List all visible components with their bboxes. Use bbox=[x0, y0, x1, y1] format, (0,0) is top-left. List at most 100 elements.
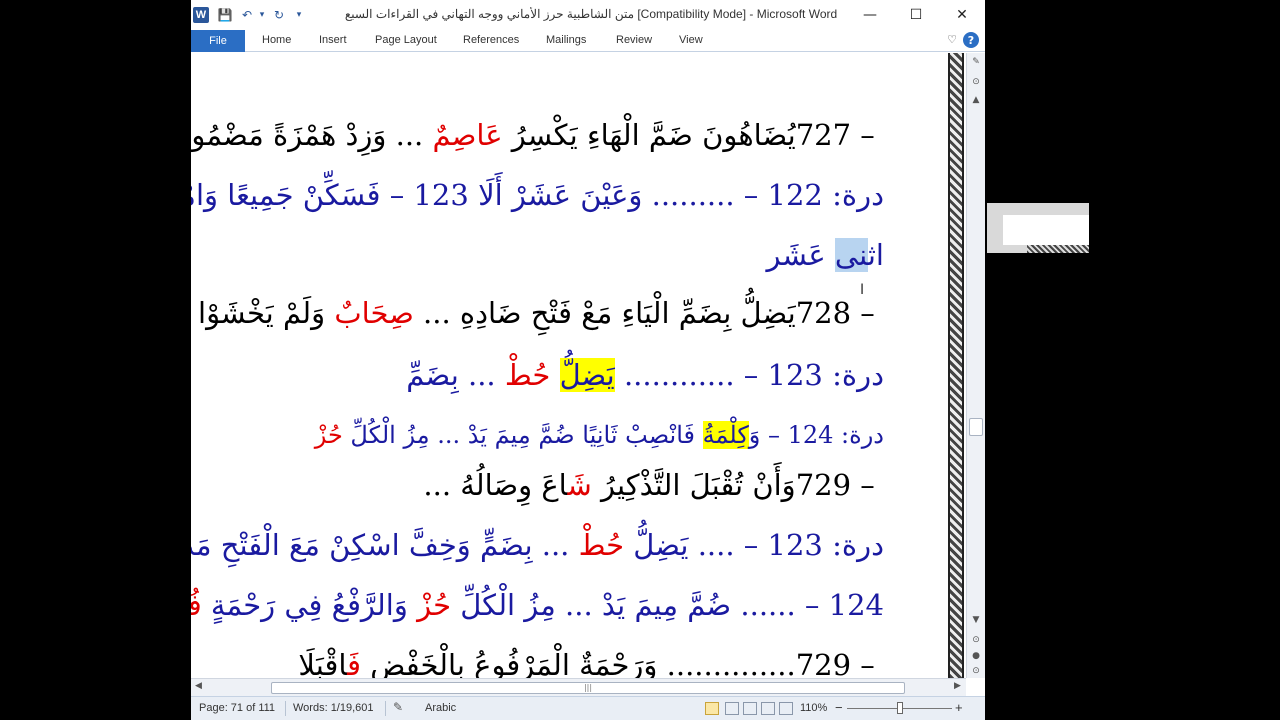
text-run: حُطْ bbox=[504, 358, 551, 392]
undo-dropdown-icon[interactable]: ▾ bbox=[257, 7, 267, 23]
document-line[interactable]: 727 – يُضَاهُونَ ضَمَّ الْهَاءِ يَكْسِرُ… bbox=[191, 115, 884, 155]
background-window-thumbnail[interactable] bbox=[987, 203, 1089, 253]
text-run: حُزْ bbox=[314, 421, 343, 449]
text-run: درة: 123 – .... يَضِلُّ bbox=[624, 528, 884, 562]
text-run: صِحَابٌ bbox=[334, 296, 414, 330]
document-line[interactable]: اثنى عَشَر bbox=[767, 235, 884, 275]
text-run: ... بِضَمٍّ وَخِفَّ اسْكِنْ مَعَ الْفَتْ… bbox=[191, 528, 570, 562]
text-run: فَ bbox=[347, 648, 362, 678]
text-run bbox=[550, 358, 559, 392]
thumbnail-border bbox=[1027, 245, 1089, 253]
ribbon-tabs: File Home Insert Page Layout References … bbox=[191, 30, 985, 52]
close-button[interactable]: ✕ bbox=[939, 0, 985, 30]
ruler-toggle-icon[interactable]: ✎ bbox=[969, 55, 983, 69]
thumbnail-page bbox=[1003, 215, 1089, 245]
text-run: وَلَمْ يَخْشَوْا هُنَاكَ مُضَلِّلَا bbox=[191, 296, 326, 330]
text-run: 124 – ...... ضُمَّ مِيمَ يَدْ ... مِزُ ا… bbox=[451, 588, 884, 622]
redo-icon[interactable]: ↻ bbox=[271, 7, 287, 23]
status-divider bbox=[285, 701, 286, 716]
language-indicator[interactable]: Arabic bbox=[425, 702, 456, 714]
text-run: حُطْ bbox=[578, 528, 625, 562]
word-window: W 💾 ↶ ▾ ↻ ▾ متن الشاطبية حرز الأماني ووج… bbox=[191, 0, 985, 720]
maximize-button[interactable]: ☐ bbox=[893, 0, 939, 30]
tab-file[interactable]: File bbox=[191, 30, 245, 52]
tab-review[interactable]: Review bbox=[616, 34, 652, 46]
text-run: يَضِلُّ بِضَمِّ الْيَاءِ مَعْ فَتْحِ ضَا… bbox=[413, 296, 796, 330]
view-ruler-icon[interactable]: ⊙ bbox=[969, 75, 983, 89]
minimize-button[interactable]: — bbox=[847, 0, 893, 30]
horizontal-scroll-thumb[interactable]: ||| bbox=[271, 682, 905, 694]
customize-quick-access-icon[interactable]: ▾ bbox=[293, 7, 305, 23]
text-run: شَ bbox=[567, 468, 592, 502]
document-line[interactable]: درة: 123 – .... يَضِلُّ حُطْ ... بِضَمٍّ… bbox=[191, 525, 884, 565]
zoom-out-button[interactable]: − bbox=[835, 700, 843, 715]
window-title: متن الشاطبية حرز الأماني ووجه التهاني في… bbox=[344, 7, 838, 21]
text-run: اقْبَلَا bbox=[298, 648, 348, 678]
vertical-scroll-thumb[interactable] bbox=[969, 418, 983, 436]
text-run: درة: 124 – وَ bbox=[748, 421, 884, 449]
web-layout-view-icon[interactable] bbox=[743, 702, 757, 715]
title-bar: W 💾 ↶ ▾ ↻ ▾ متن الشاطبية حرز الأماني ووج… bbox=[191, 0, 985, 30]
proofing-icon[interactable]: ✎ bbox=[393, 700, 403, 714]
tab-home[interactable]: Home bbox=[262, 34, 291, 46]
save-icon[interactable]: 💾 bbox=[217, 7, 233, 23]
text-run: درة: 123 – ............ bbox=[614, 358, 884, 392]
draft-view-icon[interactable] bbox=[779, 702, 793, 715]
tab-mailings[interactable]: Mailings bbox=[546, 34, 586, 46]
text-run: وَالرَّفْعُ فِي رَحْمَةٍ bbox=[201, 588, 418, 622]
outline-view-icon[interactable] bbox=[761, 702, 775, 715]
print-layout-view-icon[interactable] bbox=[705, 702, 719, 715]
text-run: حُزْ bbox=[417, 588, 451, 622]
ibeam-cursor-icon: I bbox=[860, 282, 865, 298]
status-divider bbox=[385, 701, 386, 716]
tab-page-layout[interactable]: Page Layout bbox=[375, 34, 437, 46]
document-line[interactable]: درة: 124 – وَكِلْمَةُ فَانْصِبْ ثَانِيًا… bbox=[315, 415, 884, 455]
document-line[interactable]: 729 – وَأَنْ تُقْبَلَ التَّذْكِيرُ شَاعَ… bbox=[423, 465, 884, 505]
text-run: 727 – bbox=[795, 118, 884, 152]
previous-page-button[interactable]: ⊙ bbox=[969, 633, 983, 647]
text-run: وَأَنْ تُقْبَلَ التَّذْكِيرُ bbox=[591, 468, 796, 502]
scroll-down-button[interactable]: ▼ bbox=[969, 613, 983, 627]
ribbon-minimize-icon[interactable]: ♡ bbox=[947, 33, 957, 46]
text-run: 728 – bbox=[795, 296, 884, 330]
word-app-icon[interactable]: W bbox=[193, 7, 209, 23]
next-page-button[interactable]: ⊙ bbox=[969, 664, 983, 678]
horizontal-scrollbar[interactable]: ◀ ||| ▶ bbox=[191, 678, 966, 696]
full-screen-reading-view-icon[interactable] bbox=[725, 702, 739, 715]
zoom-slider-thumb[interactable] bbox=[897, 702, 903, 714]
tab-insert[interactable]: Insert bbox=[319, 34, 347, 46]
tab-references[interactable]: References bbox=[463, 34, 519, 46]
text-run: فَانْصِبْ ثَانِيًا ضُمَّ مِيمَ يَدْ ... … bbox=[342, 421, 703, 449]
scroll-right-button[interactable]: ▶ bbox=[954, 681, 961, 691]
zoom-in-button[interactable]: + bbox=[955, 700, 963, 715]
word-count[interactable]: Words: 1/19,601 bbox=[293, 702, 374, 714]
document-line[interactable]: درة: 122 – ......... وَعَيْنَ عَشَرْ أَل… bbox=[191, 175, 884, 215]
status-bar: Page: 71 of 111 Words: 1/19,601 ✎ Arabic… bbox=[191, 696, 985, 720]
page-count[interactable]: Page: 71 of 111 bbox=[199, 702, 275, 714]
undo-icon[interactable]: ↶ bbox=[239, 7, 255, 23]
document-line[interactable]: درة: 123 – ............ يَضِلُّ حُطْ ...… bbox=[406, 355, 884, 395]
document-page[interactable]: 727 – يُضَاهُونَ ضَمَّ الْهَاءِ يَكْسِرُ… bbox=[191, 53, 948, 678]
text-run: عَشَر bbox=[766, 238, 835, 272]
tab-view[interactable]: View bbox=[679, 34, 703, 46]
vertical-scrollbar[interactable]: ✎ ⊙ ▲ ▼ ⊙ ● ⊙ bbox=[966, 53, 985, 678]
text-run: ... وَزِدْ هَمْزَةً مَضْمُومَةً عَنْ bbox=[191, 118, 424, 152]
help-icon[interactable]: ? bbox=[963, 32, 979, 48]
document-line[interactable]: 728 – يَضِلُّ بِضَمِّ الْيَاءِ مَعْ فَتْ… bbox=[191, 293, 884, 333]
highlighted-text: يَضِلُّ bbox=[559, 358, 615, 392]
text-run: اث bbox=[867, 238, 884, 272]
select-browse-object-button[interactable]: ● bbox=[969, 649, 983, 663]
document-line[interactable]: 729 – .............. وَرَحْمَةٌ الْمَرْف… bbox=[298, 645, 884, 678]
text-run: 729 – bbox=[795, 468, 884, 502]
zoom-level[interactable]: 110% bbox=[800, 702, 827, 714]
highlighted-text: نى bbox=[834, 238, 868, 272]
document-line[interactable]: 124 – ...... ضُمَّ مِيمَ يَدْ ... مِزُ ا… bbox=[191, 585, 884, 625]
text-run: 123 – فَسَكِّنْ جَمِيعًا وَامْدُدْ اثْنَ… bbox=[191, 178, 469, 212]
text-run: .............. وَرَحْمَةٌ الْمَرْفُوعُ ب… bbox=[361, 648, 796, 678]
scroll-up-button[interactable]: ▲ bbox=[969, 93, 983, 107]
text-run: عَاصِمٌ bbox=[432, 118, 503, 152]
page-decorative-border bbox=[948, 53, 964, 678]
text-run: ... بِضَمِّ bbox=[406, 358, 505, 392]
text-run: اعَ وِصَالُهُ ... bbox=[423, 468, 568, 502]
scroll-left-button[interactable]: ◀ bbox=[195, 681, 202, 691]
